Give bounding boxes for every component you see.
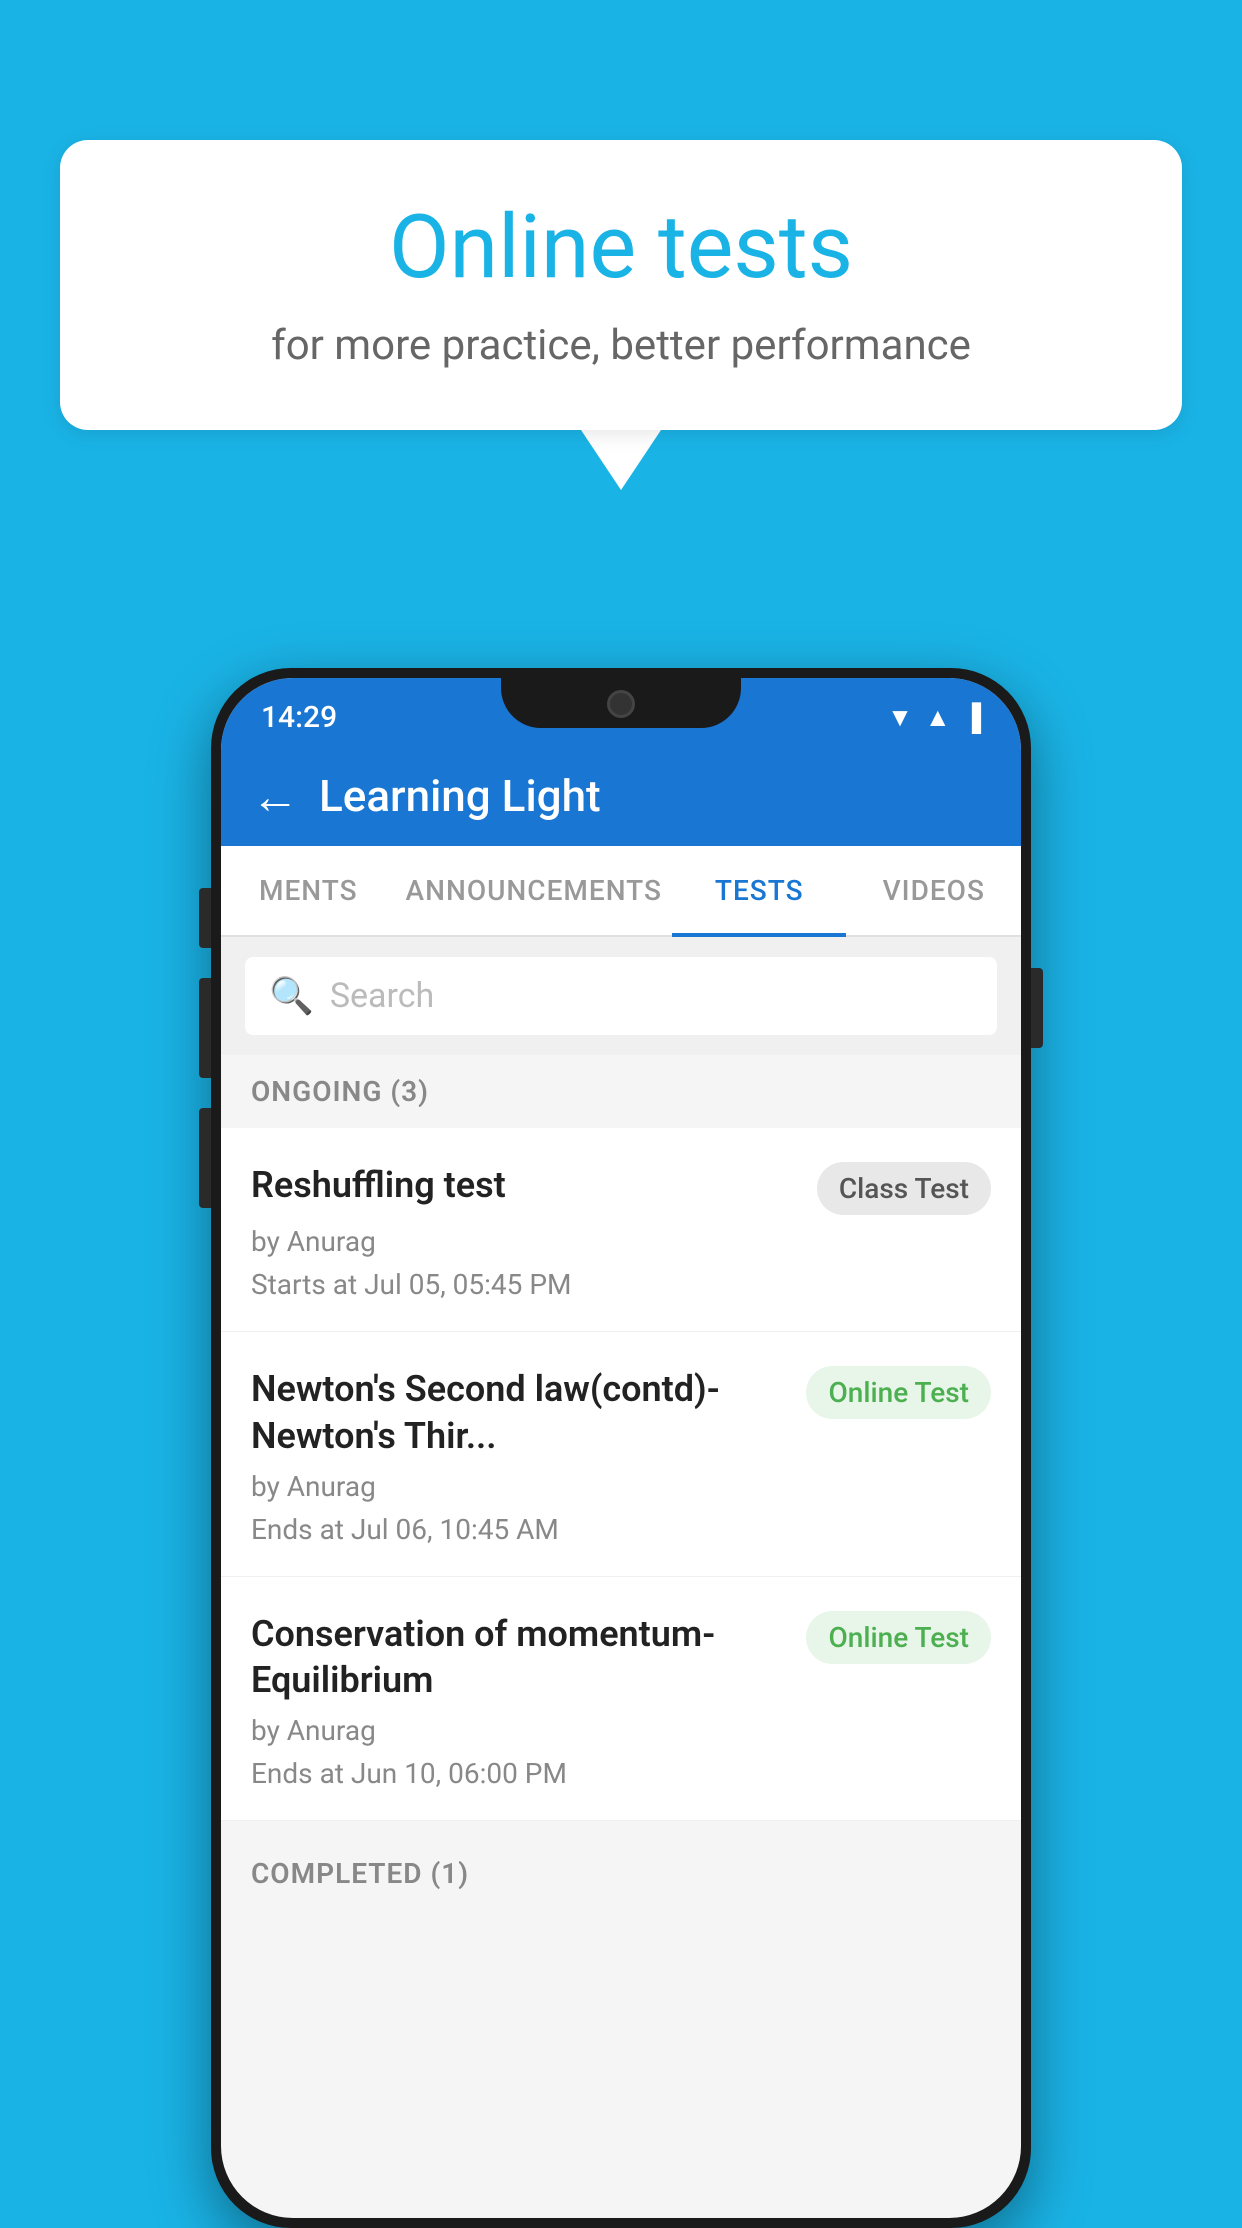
test-item-2-header: Newton's Second law(contd)-Newton's Thir…	[251, 1366, 991, 1460]
test-date-3: Ends at Jun 10, 06:00 PM	[251, 1757, 991, 1790]
bubble-title: Online tests	[140, 200, 1102, 297]
test-item-2[interactable]: Newton's Second law(contd)-Newton's Thir…	[221, 1332, 1021, 1577]
front-camera	[607, 690, 635, 718]
app-header: ← Learning Light	[221, 746, 1021, 846]
test-name-2: Newton's Second law(contd)-Newton's Thir…	[251, 1366, 790, 1460]
test-badge-1: Class Test	[817, 1162, 991, 1215]
test-item-3[interactable]: Conservation of momentum-Equilibrium Onl…	[221, 1577, 1021, 1822]
test-badge-3: Online Test	[806, 1611, 991, 1664]
test-author-2: by Anurag	[251, 1470, 991, 1503]
volume-down-button	[199, 978, 211, 1078]
search-bar[interactable]: 🔍 Search	[245, 957, 997, 1035]
search-icon: 🔍	[269, 975, 314, 1017]
app-title: Learning Light	[319, 770, 601, 822]
test-name-3: Conservation of momentum-Equilibrium	[251, 1611, 790, 1705]
test-date-2: Ends at Jul 06, 10:45 AM	[251, 1513, 991, 1546]
power-button	[1031, 968, 1043, 1048]
search-placeholder: Search	[330, 976, 434, 1016]
status-icons: ▼ ▲ ▐	[887, 702, 981, 733]
wifi-icon: ▼	[887, 702, 913, 733]
tabs-container: MENTS ANNOUNCEMENTS TESTS VIDEOS	[221, 846, 1021, 937]
phone-screen: 14:29 ▼ ▲ ▐ ← Learning Light MENTS ANNOU…	[221, 678, 1021, 2218]
status-time: 14:29	[261, 700, 337, 735]
speech-bubble: Online tests for more practice, better p…	[60, 140, 1182, 430]
tab-tests[interactable]: TESTS	[672, 846, 847, 935]
test-item-1[interactable]: Reshuffling test Class Test by Anurag St…	[221, 1128, 1021, 1332]
search-container: 🔍 Search	[221, 937, 1021, 1055]
test-name-1: Reshuffling test	[251, 1162, 801, 1209]
ongoing-section-header: ONGOING (3)	[221, 1055, 1021, 1128]
test-author-1: by Anurag	[251, 1225, 991, 1258]
signal-icon: ▲	[925, 702, 951, 733]
bubble-subtitle: for more practice, better performance	[140, 321, 1102, 370]
tab-videos[interactable]: VIDEOS	[846, 846, 1021, 935]
test-date-1: Starts at Jul 05, 05:45 PM	[251, 1268, 991, 1301]
speech-bubble-container: Online tests for more practice, better p…	[60, 140, 1182, 490]
battery-icon: ▐	[963, 702, 981, 733]
test-item-3-header: Conservation of momentum-Equilibrium Onl…	[251, 1611, 991, 1705]
volume-up-button	[199, 888, 211, 948]
phone-frame: 14:29 ▼ ▲ ▐ ← Learning Light MENTS ANNOU…	[211, 668, 1031, 2228]
test-badge-2: Online Test	[806, 1366, 991, 1419]
back-button[interactable]: ←	[251, 768, 299, 825]
phone-notch	[501, 678, 741, 728]
tab-ments[interactable]: MENTS	[221, 846, 396, 935]
tab-announcements[interactable]: ANNOUNCEMENTS	[396, 846, 672, 935]
bubble-arrow	[581, 430, 661, 490]
completed-section-header: COMPLETED (1)	[221, 1837, 1021, 1910]
content-area: ONGOING (3) Reshuffling test Class Test …	[221, 1055, 1021, 1910]
test-author-3: by Anurag	[251, 1714, 991, 1747]
test-item-1-header: Reshuffling test Class Test	[251, 1162, 991, 1215]
silent-button	[199, 1108, 211, 1208]
